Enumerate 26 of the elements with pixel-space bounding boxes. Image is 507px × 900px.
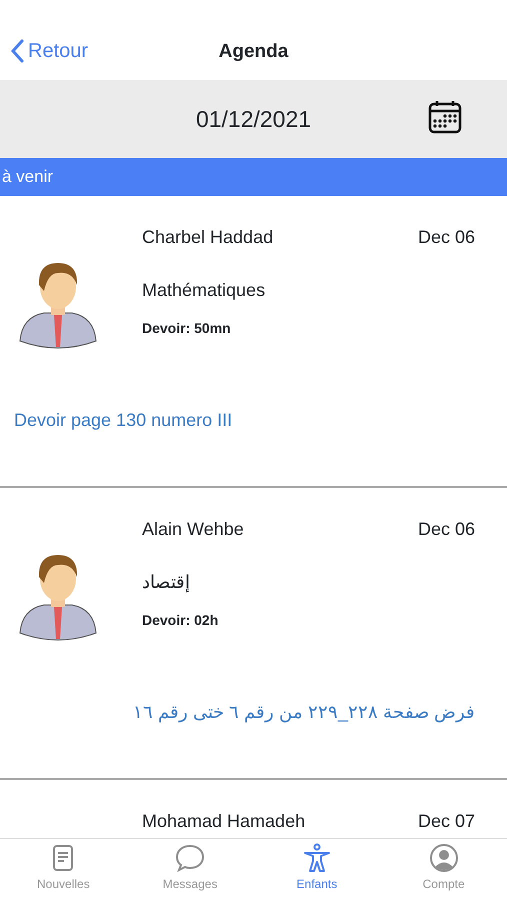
- page-title: Agenda: [218, 40, 288, 64]
- due-date: Dec 07: [418, 810, 475, 832]
- homework-note: فرض صفحة ٢٢٨_٢٢٩ من رقم ٦ ختى رقم ١٦: [132, 700, 475, 724]
- account-icon: [428, 843, 459, 873]
- chat-icon: [175, 843, 206, 873]
- teacher-name: Mohamad Hamadeh: [142, 810, 306, 832]
- section-header: à venir: [0, 158, 507, 196]
- tab-item[interactable]: Enfants: [254, 839, 380, 900]
- selected-date: 01/12/2021: [196, 104, 312, 134]
- tab-item[interactable]: Nouvelles: [0, 839, 127, 900]
- calendar-button[interactable]: [427, 99, 463, 135]
- back-button[interactable]: Retour: [10, 36, 88, 66]
- due-date: Dec 06: [418, 226, 475, 248]
- tab-item[interactable]: Messages: [126, 839, 254, 900]
- person-icon: [302, 843, 332, 873]
- homework-note: Devoir page 130 numero III: [14, 408, 234, 432]
- tab-item[interactable]: Compte: [380, 839, 507, 900]
- subject-name: إقتصاد: [142, 570, 191, 594]
- subject-name: Mathématiques: [142, 278, 266, 302]
- teacher-name: Alain Wehbe: [142, 518, 244, 540]
- due-date: Dec 06: [418, 518, 475, 540]
- calendar-icon: [427, 99, 463, 135]
- duration-label: Devoir: 02h: [142, 610, 220, 630]
- chevron-left-icon: [10, 39, 24, 63]
- teacher-name: Charbel Haddad: [142, 226, 274, 248]
- duration-label: Devoir: 50mn: [142, 318, 232, 338]
